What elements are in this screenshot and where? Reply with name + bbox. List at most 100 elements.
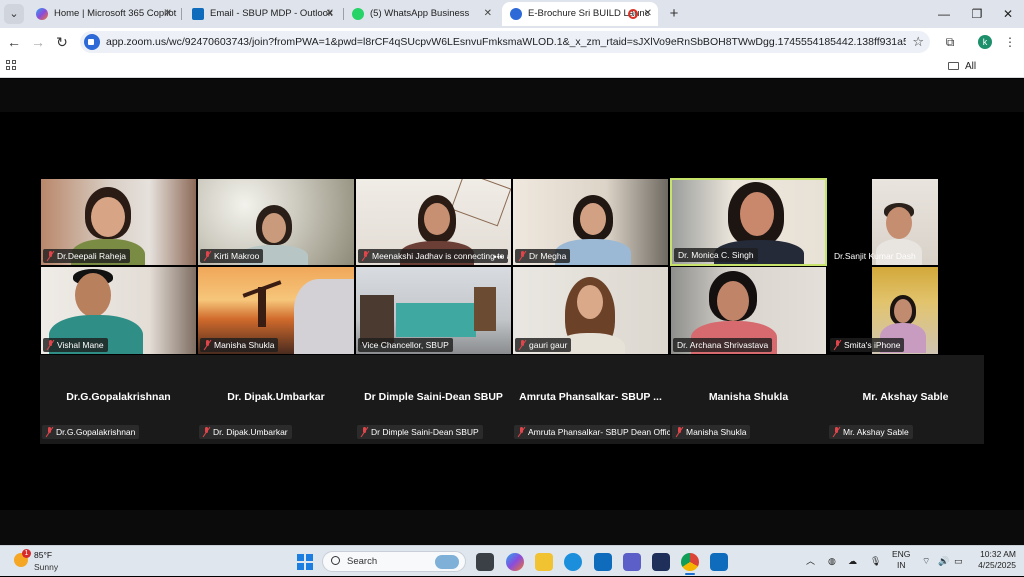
participant-name: Dr.Sanjit Kumar Dash (834, 251, 916, 261)
close-window-icon[interactable]: ✕ (992, 0, 1024, 28)
recording-icon (628, 9, 638, 19)
outlook-icon (192, 8, 204, 20)
new-tab-button[interactable]: + (664, 4, 684, 24)
video-tile[interactable]: gauri gaur (512, 266, 669, 355)
zoom-top-bar (0, 79, 1024, 112)
video-off-tile[interactable]: Dr. Dipak.Umbarkar Dr. Dipak.Umbarkar (197, 355, 355, 444)
participant-display-name: Mr. Akshay Sable (862, 391, 949, 403)
windows-taskbar: 1 85°F Sunny Search ︿ ◍ ☁ 🎙 ENG IN ⌔ 🔊 ▭… (0, 545, 1024, 576)
video-off-tile[interactable]: Mr. Akshay Sable Mr. Akshay Sable (827, 355, 984, 444)
notification-badge: 1 (22, 549, 31, 558)
copilot-icon[interactable] (506, 553, 524, 571)
active-app-indicator (685, 573, 695, 575)
search-label: Search (347, 556, 378, 567)
volume-icon[interactable]: 🔊 (938, 546, 949, 577)
close-icon[interactable]: ✕ (484, 2, 492, 26)
edge-icon[interactable] (564, 553, 582, 571)
participant-name: gauri gaur (515, 338, 572, 352)
video-off-tile[interactable]: Manisha Shukla Manisha Shukla (670, 355, 827, 444)
reload-icon[interactable]: ↻ (52, 32, 72, 52)
tab-divider (181, 8, 182, 20)
more-options-icon[interactable]: ••• (494, 252, 503, 262)
video-tile[interactable]: Vishal Mane (40, 266, 197, 355)
mic-muted-icon (519, 251, 526, 261)
phone-link-icon[interactable]: ◍ (828, 546, 836, 577)
taskbar-search[interactable]: Search (322, 551, 466, 572)
participant-name: Manisha Shukla (672, 425, 751, 439)
tab-copilot[interactable]: Home | Microsoft 365 Copilot ✕ (28, 2, 178, 26)
windows-start-icon[interactable] (297, 554, 313, 570)
address-bar-row: ← → ↻ app.zoom.us/wc/92470603743/join?fr… (0, 28, 1024, 56)
participant-name: Amruta Phansalkar- SBUP Dean Office (514, 425, 680, 439)
video-tile[interactable]: Dr. Archana Shrivastava (670, 266, 827, 355)
task-view-icon[interactable] (476, 553, 494, 571)
mic-muted-icon (204, 251, 211, 261)
video-tile-active-speaker[interactable]: Dr. Monica C. Singh (670, 178, 827, 266)
close-icon[interactable]: ✕ (164, 2, 172, 26)
system-clock[interactable]: 10:32 AM 4/25/2025 (972, 549, 1016, 571)
tab-label: (5) WhatsApp Business (370, 8, 470, 19)
weather-temperature[interactable]: 85°F (34, 550, 52, 560)
teams-icon[interactable] (623, 553, 641, 571)
video-tile[interactable]: Smita's iPhone (827, 266, 939, 355)
video-tile[interactable]: Dr.Sanjit Kumar Dash (827, 178, 939, 266)
mic-muted-icon (361, 427, 368, 437)
store-icon[interactable] (652, 553, 670, 571)
tab-whatsapp[interactable]: (5) WhatsApp Business ✕ (344, 2, 498, 26)
chrome-icon[interactable] (681, 553, 699, 571)
omnibox[interactable]: app.zoom.us/wc/92470603743/join?fromPWA=… (80, 31, 930, 53)
mic-muted-icon (676, 427, 683, 437)
tab-outlook[interactable]: Email - SBUP MDP - Outlook ✕ (184, 2, 340, 26)
battery-icon[interactable]: ▭ (954, 546, 963, 577)
video-tile[interactable]: Dr Megha (512, 178, 669, 266)
tab-label: Email - SBUP MDP - Outlook (210, 8, 333, 19)
outlook-new-icon[interactable] (710, 553, 728, 571)
wifi-icon[interactable]: ⌔ (922, 546, 930, 577)
cloud-icon[interactable]: ☁ (848, 546, 857, 577)
participant-name: Dr Dimple Saini-Dean SBUP (357, 425, 483, 439)
participant-name: Mr. Akshay Sable (829, 425, 913, 439)
video-off-tile[interactable]: Dr.G.Gopalakrishnan Dr.G.Gopalakrishnan (40, 355, 197, 444)
video-off-tile[interactable]: Amruta Phansalkar- SBUP ... Amruta Phans… (512, 355, 680, 444)
extensions-puzzle-icon[interactable]: ⧉ (940, 32, 960, 52)
outlook-icon[interactable] (594, 553, 612, 571)
video-tile[interactable]: Kirti Makroo (197, 178, 355, 266)
participant-display-name: Dr.G.Gopalakrishnan (66, 391, 171, 403)
file-explorer-icon[interactable] (535, 553, 553, 571)
whatsapp-icon (352, 8, 364, 20)
close-icon[interactable]: ✕ (644, 2, 652, 26)
copilot-icon (36, 8, 48, 20)
mic-muted-icon (204, 340, 211, 350)
kebab-menu-icon[interactable]: ⋮ (1000, 32, 1020, 52)
url-text[interactable]: app.zoom.us/wc/92470603743/join?fromPWA=… (106, 31, 906, 53)
tab-label: Home | Microsoft 365 Copilot (54, 8, 177, 19)
mic-muted-icon (519, 340, 526, 350)
bookmark-star-icon[interactable]: ☆ (912, 31, 924, 53)
zoom-toolbar (0, 510, 1024, 545)
mic-muted-icon (833, 427, 840, 437)
language-indicator[interactable]: ENG IN (892, 549, 910, 571)
video-off-tile[interactable]: Dr Dimple Saini-Dean SBUP Dr Dimple Sain… (355, 355, 512, 444)
restore-icon[interactable]: ❐ (961, 0, 993, 28)
video-tile[interactable]: Manisha Shukla (197, 266, 355, 355)
back-arrow-icon[interactable]: ← (4, 32, 24, 52)
mic-muted-icon (47, 251, 54, 261)
profile-avatar[interactable]: k (978, 35, 992, 49)
folder-icon (948, 62, 959, 70)
forward-arrow-icon[interactable]: → (28, 32, 48, 52)
zoom-icon (510, 8, 522, 20)
video-tile[interactable]: Dr.Deepali Raheja (40, 178, 197, 266)
apps-grid-icon[interactable] (6, 60, 18, 72)
minimize-icon[interactable]: — (928, 0, 960, 28)
video-tile[interactable]: Meenakshi Jadhav is connecting to a... •… (355, 178, 512, 266)
weather-condition[interactable]: Sunny (34, 562, 58, 572)
tab-zoom-meeting[interactable]: E-Brochure Sri BUILD Launc ✕ (502, 2, 658, 26)
zoom-site-icon[interactable] (84, 34, 100, 50)
participant-name: Vice Chancellor, SBUP (358, 338, 453, 352)
chevron-up-icon[interactable]: ︿ (806, 546, 815, 577)
tab-search-chevron-icon[interactable]: ⌄ (4, 4, 24, 24)
close-icon[interactable]: ✕ (326, 2, 334, 26)
microphone-icon[interactable]: 🎙 (870, 546, 881, 577)
participant-display-name: Manisha Shukla (708, 391, 789, 403)
video-tile[interactable]: Vice Chancellor, SBUP (355, 266, 512, 355)
